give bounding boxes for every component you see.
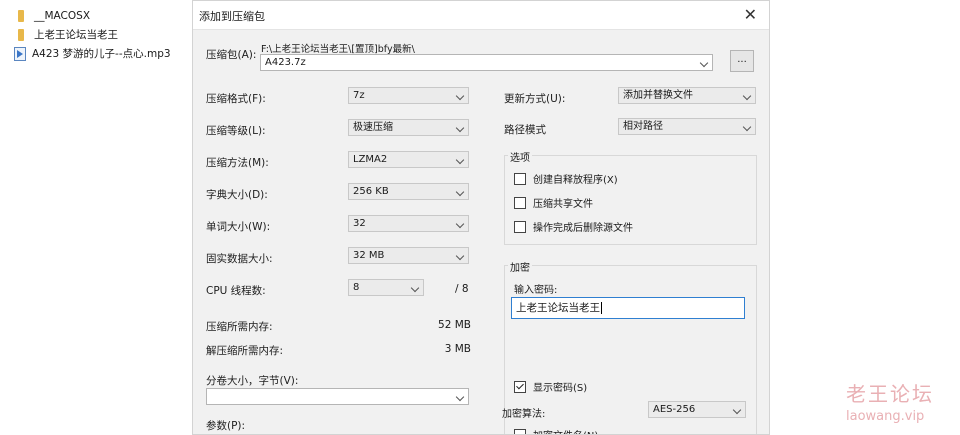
cpu-label: CPU 线程数: [206, 285, 266, 297]
method-value: LZMA2 [353, 154, 388, 165]
dict-select[interactable]: 256 KB [348, 183, 469, 200]
dialog-title: 添加到压缩包 [199, 10, 265, 23]
chevron-down-icon [455, 392, 465, 402]
encryption-title: 加密 [508, 259, 532, 274]
archive-label: 压缩包(A): [206, 49, 257, 61]
title-bar: 添加到压缩包 ✕ [193, 1, 769, 30]
encrypt-names-checkbox[interactable]: 加密文件名(N) [514, 427, 598, 434]
chevron-down-icon [455, 219, 465, 229]
browse-button[interactable]: ... [730, 50, 754, 72]
list-item[interactable]: A423 梦游的儿子--点心.mp3 [14, 44, 194, 63]
solid-select[interactable]: 32 MB [348, 247, 469, 264]
checkbox-label: 压缩共享文件 [533, 199, 593, 210]
checkbox-label: 创建自释放程序(X) [533, 175, 618, 186]
dict-value: 256 KB [353, 186, 389, 197]
path-mode-label: 路径模式 [504, 124, 546, 136]
mem-decompress-value: 3 MB [444, 343, 471, 355]
cpu-value: 8 [353, 282, 360, 293]
format-select[interactable]: 7z [348, 87, 469, 104]
mem-compress-value: 52 MB [438, 319, 471, 331]
checkbox-label: 操作完成后删除源文件 [533, 223, 633, 234]
folder-icon [18, 28, 24, 41]
checkbox-box[interactable] [514, 380, 526, 393]
params-label: 参数(P): [206, 420, 246, 432]
text-caret [601, 302, 602, 314]
watermark-url: laowang.vip [846, 409, 925, 424]
enc-method-select[interactable]: AES-256 [648, 401, 746, 418]
file-name: __MACOSX [34, 9, 91, 22]
archive-name-combo[interactable]: A423.7z [260, 54, 713, 71]
dict-label: 字典大小(D): [206, 189, 268, 201]
chevron-down-icon [742, 122, 752, 132]
method-select[interactable]: LZMA2 [348, 151, 469, 168]
archive-path: F:\上老王论坛当老王\[置顶]bfy最新\ [261, 44, 415, 55]
cpu-select[interactable]: 8 [348, 279, 424, 296]
password-value: 上老王论坛当老王 [516, 302, 600, 314]
path-mode-value: 相对路径 [623, 121, 663, 132]
word-label: 单词大小(W): [206, 221, 271, 233]
method-label: 压缩方法(M): [206, 157, 269, 169]
chevron-down-icon [455, 123, 465, 133]
chevron-down-icon [455, 187, 465, 197]
add-to-archive-dialog: 添加到压缩包 ✕ 压缩包(A): F:\上老王论坛当老王\[置顶]bfy最新\ … [192, 0, 770, 435]
checkbox-label: 加密文件名(N) [533, 427, 598, 434]
show-password-checkbox[interactable]: 显示密码(S) [514, 379, 587, 394]
checkbox-box[interactable] [514, 220, 526, 233]
split-label: 分卷大小，字节(V): [206, 375, 299, 387]
mem-decompress-label: 解压缩所需内存: [206, 345, 284, 357]
update-value: 添加并替换文件 [623, 90, 693, 101]
split-size-combo[interactable] [206, 388, 469, 405]
folder-icon [18, 9, 24, 22]
level-value: 极速压缩 [353, 122, 393, 133]
checkbox-box[interactable] [514, 428, 526, 434]
checkbox-label: 显示密码(S) [533, 383, 588, 394]
checkbox-box[interactable] [514, 172, 526, 185]
mem-compress-label: 压缩所需内存: [206, 321, 273, 333]
password-input[interactable]: 上老王论坛当老王 [511, 297, 745, 319]
cpu-total: / 8 [455, 283, 469, 295]
format-label: 压缩格式(F): [206, 93, 266, 105]
create-sfx-checkbox[interactable]: 创建自释放程序(X) [514, 171, 618, 186]
solid-value: 32 MB [353, 250, 385, 261]
watermark-logo-text: 老王论坛 [846, 382, 934, 406]
audio-file-icon [14, 46, 26, 61]
file-explorer-list: __MACOSX 上老王论坛当老王 A423 梦游的儿子--点心.mp3 [14, 6, 194, 63]
options-title: 选项 [508, 149, 532, 164]
chevron-down-icon [732, 405, 742, 415]
enc-method-value: AES-256 [653, 404, 696, 415]
level-label: 压缩等级(L): [206, 125, 266, 137]
close-icon[interactable]: ✕ [744, 5, 757, 24]
file-name: A423 梦游的儿子--点心.mp3 [32, 48, 171, 60]
update-label: 更新方式(U): [504, 93, 566, 105]
level-select[interactable]: 极速压缩 [348, 119, 469, 136]
word-value: 32 [353, 218, 366, 229]
file-name: 上老王论坛当老王 [34, 29, 118, 41]
solid-label: 固实数据大小: [206, 253, 273, 265]
list-item[interactable]: 上老王论坛当老王 [14, 25, 194, 44]
path-mode-select[interactable]: 相对路径 [618, 118, 756, 135]
chevron-down-icon [742, 91, 752, 101]
list-item[interactable]: __MACOSX [14, 6, 194, 25]
update-select[interactable]: 添加并替换文件 [618, 87, 756, 104]
archive-name-value: A423.7z [265, 57, 306, 68]
chevron-down-icon [455, 155, 465, 165]
chevron-down-icon [455, 91, 465, 101]
delete-after-checkbox[interactable]: 操作完成后删除源文件 [514, 219, 633, 234]
chevron-down-icon [699, 58, 709, 68]
chevron-down-icon [410, 283, 420, 293]
word-select[interactable]: 32 [348, 215, 469, 232]
format-value: 7z [353, 90, 365, 101]
password-label: 输入密码: [514, 285, 558, 296]
compress-shared-checkbox[interactable]: 压缩共享文件 [514, 195, 593, 210]
chevron-down-icon [455, 251, 465, 261]
checkbox-box[interactable] [514, 196, 526, 209]
enc-method-label: 加密算法: [502, 409, 546, 420]
